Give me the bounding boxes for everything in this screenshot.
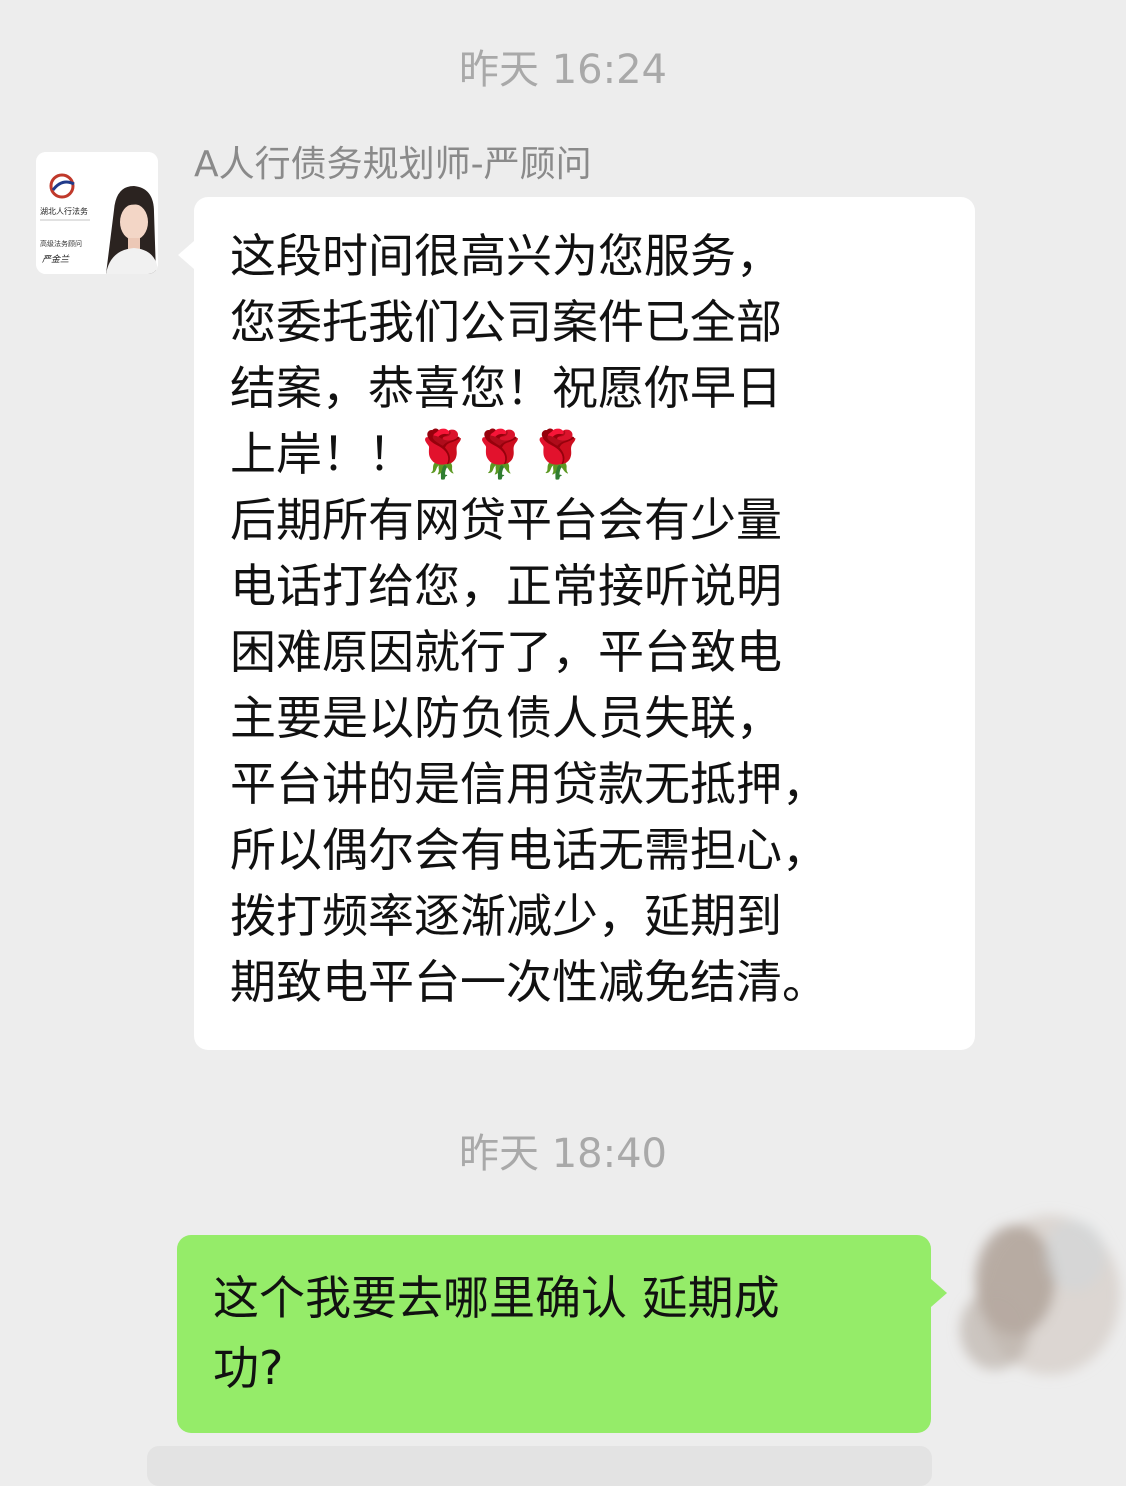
outgoing-message-text: 这个我要去哪里确认 延期成 功?	[213, 1271, 780, 1395]
timestamp: 昨天 18:40	[459, 1131, 667, 1177]
contact-avatar[interactable]: 湖北人行法务 高级法务顾问 严金兰	[36, 152, 158, 274]
avatar-signature-text: 严金兰	[42, 254, 70, 265]
incoming-message-text: 这段时间很高兴为您服务， 您委托我们公司案件已全部 结案，恭喜您！祝愿你早日 上…	[230, 229, 828, 1009]
next-message-edge	[147, 1446, 932, 1486]
avatar-role-text: 高级法务顾问	[40, 239, 82, 248]
avatar-company-text: 湖北人行法务	[40, 206, 88, 216]
sender-name: A人行债务规划师-严顾问	[194, 144, 592, 185]
avatar-image: 湖北人行法务 高级法务顾问 严金兰	[36, 152, 158, 274]
incoming-message-bubble[interactable]: 这段时间很高兴为您服务， 您委托我们公司案件已全部 结案，恭喜您！祝愿你早日 上…	[178, 197, 975, 1050]
timestamp: 昨天 16:24	[459, 47, 667, 93]
outgoing-message-bubble[interactable]: 这个我要去哪里确认 延期成 功?	[177, 1235, 947, 1433]
redaction-smudge	[960, 1215, 1120, 1375]
